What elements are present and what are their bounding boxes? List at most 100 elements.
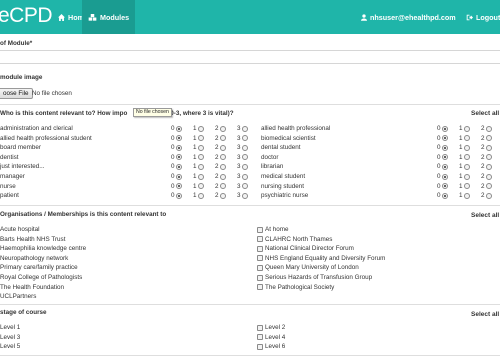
rating-radio[interactable]	[464, 183, 470, 190]
organisation-checkbox[interactable]	[257, 284, 263, 291]
rating-radio[interactable]	[242, 183, 248, 190]
rating-radio[interactable]	[464, 173, 470, 180]
rating-number: 2	[481, 163, 485, 171]
select-all-organisations[interactable]: Select all	[471, 212, 499, 219]
rating-radio[interactable]	[220, 125, 226, 132]
rating-radio[interactable]	[464, 192, 470, 199]
rating-radio[interactable]	[176, 183, 182, 190]
rating-number: 1	[193, 173, 197, 180]
rating-radio[interactable]	[220, 154, 226, 161]
rating-radio[interactable]	[176, 135, 182, 142]
rating-radio[interactable]	[486, 125, 492, 132]
choose-file-button[interactable]: oose File	[0, 88, 33, 99]
rating-radio[interactable]	[198, 183, 204, 190]
rating-radio[interactable]	[464, 125, 470, 132]
organisation-checkbox[interactable]	[257, 236, 263, 243]
organisation-checkbox[interactable]	[257, 226, 263, 233]
rating-number: 0	[437, 144, 441, 152]
module-name-input[interactable]	[0, 50, 500, 64]
organisation-checkbox[interactable]	[257, 274, 263, 281]
rating-radio[interactable]	[242, 163, 248, 170]
rating-radio[interactable]	[442, 154, 448, 161]
rating-radio[interactable]	[198, 163, 204, 170]
rating-radio[interactable]	[198, 173, 204, 180]
rating-radio[interactable]	[442, 163, 448, 170]
rating-radio[interactable]	[464, 154, 470, 161]
organisation-label: National Clinical Director Forum	[265, 245, 354, 253]
rating-radio[interactable]	[220, 192, 226, 199]
rating-number: 3	[237, 173, 241, 180]
rating-radio[interactable]	[242, 173, 248, 180]
rating-radio[interactable]	[242, 135, 248, 142]
rating-number: 2	[481, 134, 485, 142]
stage-checkbox[interactable]	[257, 334, 263, 341]
rating-radio[interactable]	[198, 135, 204, 142]
rating-radio[interactable]	[242, 192, 248, 199]
nav-modules-link[interactable]: Modules	[82, 0, 136, 34]
rating-radio[interactable]	[220, 135, 226, 142]
rating-number: 0	[437, 134, 441, 142]
brand-logo[interactable]: eCPD	[0, 4, 53, 28]
nav-logout-link[interactable]: Logout	[460, 0, 500, 34]
organisation-checkbox[interactable]	[257, 264, 263, 271]
rating-radio[interactable]	[176, 173, 182, 180]
select-all-roles[interactable]: Select all	[471, 110, 499, 117]
organisations-label: Organisations / Memberships is this cont…	[0, 211, 167, 218]
rating-number: 2	[481, 153, 485, 161]
rating-radio[interactable]	[486, 154, 492, 161]
rating-radio[interactable]	[198, 125, 204, 132]
rating-radio[interactable]	[486, 183, 492, 190]
organisation-label: Primary care/family practice	[0, 264, 78, 272]
rating-radio[interactable]	[464, 144, 470, 151]
rating-radio[interactable]	[486, 192, 492, 199]
rating-radio[interactable]	[198, 154, 204, 161]
rating-radio[interactable]	[242, 154, 248, 161]
rating-number: 2	[215, 134, 219, 142]
rating-radio[interactable]	[442, 135, 448, 142]
rating-radio[interactable]	[176, 144, 182, 151]
rating-number: 0	[171, 134, 175, 142]
rating-radio[interactable]	[198, 192, 204, 199]
nav-user-menu[interactable]: nhsuser@ehealthpd.com	[355, 0, 462, 34]
rating-number: 2	[215, 144, 219, 152]
organisation-label: Queen Mary University of London	[265, 264, 359, 272]
rating-number: 2	[215, 173, 219, 180]
stage-checkbox[interactable]	[257, 324, 263, 331]
rating-number: 1	[459, 192, 463, 200]
rating-radio[interactable]	[486, 163, 492, 170]
role-label: biomedical scientist	[261, 134, 316, 142]
rating-radio[interactable]	[442, 173, 448, 180]
rating-number: 1	[193, 182, 197, 190]
rating-radio[interactable]	[176, 192, 182, 199]
nav-modules-label: Modules	[100, 12, 130, 22]
rating-radio[interactable]	[242, 125, 248, 132]
rating-radio[interactable]	[220, 163, 226, 170]
rating-radio[interactable]	[442, 183, 448, 190]
rating-radio[interactable]	[464, 135, 470, 142]
rating-radio[interactable]	[442, 144, 448, 151]
rating-radio[interactable]	[442, 125, 448, 132]
organisation-checkbox[interactable]	[257, 245, 263, 252]
rating-radio[interactable]	[220, 183, 226, 190]
rating-radio[interactable]	[442, 192, 448, 199]
rating-radio[interactable]	[198, 144, 204, 151]
rating-radio[interactable]	[486, 173, 492, 180]
rating-radio[interactable]	[176, 154, 182, 161]
rating-radio[interactable]	[242, 144, 248, 151]
rating-radio[interactable]	[220, 173, 226, 180]
stage-checkbox[interactable]	[257, 343, 263, 350]
divider	[0, 104, 500, 105]
rating-radio[interactable]	[486, 135, 492, 142]
role-label: just interested...	[0, 163, 45, 171]
organisation-checkbox[interactable]	[257, 255, 263, 262]
rating-radio[interactable]	[176, 163, 182, 170]
rating-radio[interactable]	[220, 144, 226, 151]
rating-radio[interactable]	[176, 125, 182, 132]
role-label: patient	[0, 192, 19, 200]
rating-number: 1	[459, 182, 463, 190]
select-all-stages[interactable]: Select all	[471, 311, 499, 318]
stage-label: Level 5	[0, 343, 21, 351]
rating-radio[interactable]	[486, 144, 492, 151]
stage-label: Level 1	[0, 324, 21, 331]
rating-radio[interactable]	[464, 163, 470, 170]
